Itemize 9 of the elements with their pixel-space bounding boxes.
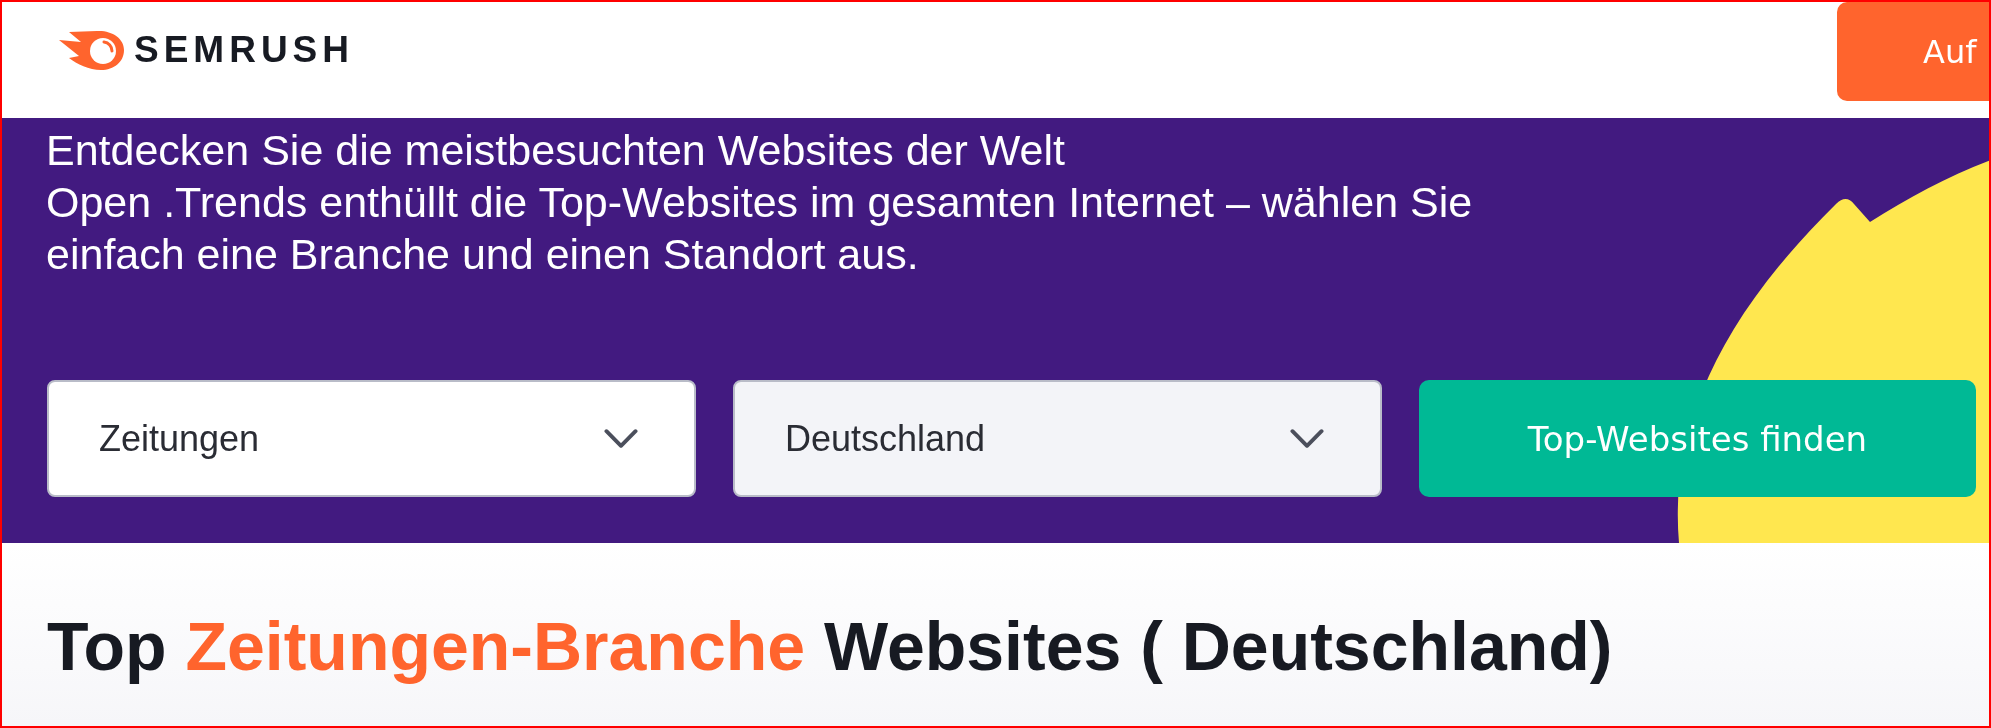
- dropdown-select[interactable]: Zeitungen: [47, 380, 696, 497]
- comet-logo-icon: [59, 30, 124, 70]
- chevron-down-icon: [1290, 429, 1324, 448]
- hero-title: Entdecken Sie die meistbesuchten Websites der Welt: [46, 125, 1066, 176]
- logo-wordmark: SEMRUSH: [134, 30, 355, 70]
- chevron-down-icon: [604, 429, 638, 448]
- page-heading: Top Zeitungen-Branche Websites ( Deutschland): [47, 607, 1614, 685]
- hero-subtitle: Open .Trends enthüllt die Top-Websites im gesamten Internet – wählen Sie einfach eine Branche und einen Standort aus.: [46, 177, 1474, 280]
- dropdown-select[interactable]: Deutschland: [733, 380, 1382, 497]
